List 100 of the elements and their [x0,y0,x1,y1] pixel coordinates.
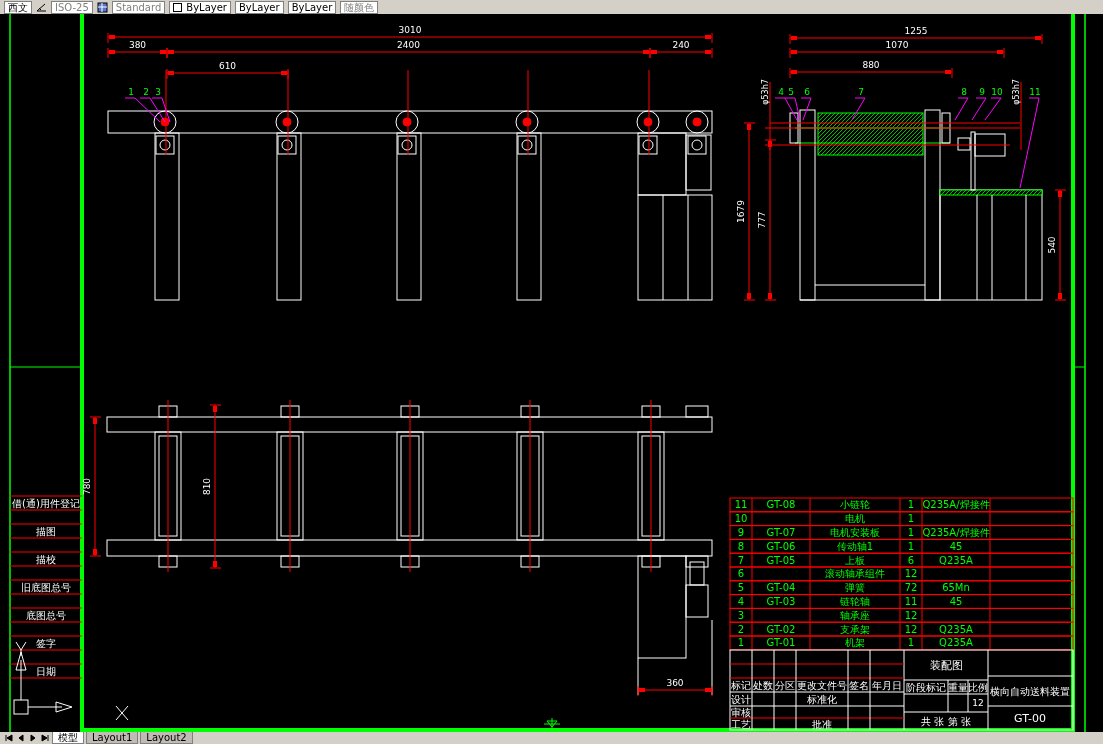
title-block-label: 处数 [753,679,773,691]
plot-style-dropdown[interactable]: 随颜色 [340,0,379,14]
table-cell: 弹簧 [845,582,865,594]
sheet-count-label: 共 张 第 张 [921,715,971,727]
leader-line [139,97,166,123]
table-cell: GT-06 [766,540,796,552]
dimension-label: 3010 [398,25,422,35]
balloon-number: 8 [961,87,967,97]
drawing-type-label: 装配图 [929,658,963,672]
table-cell: 1 [907,637,915,649]
dimension-label: 880 [862,60,880,70]
previous-tab-button[interactable] [16,732,26,744]
table-cell: 12 [904,623,918,635]
dimension-label: 810 [202,477,212,496]
table-cell: 支承架 [840,623,870,635]
dimension-label: 1255 [904,26,928,36]
dimension-style-icon[interactable] [36,1,47,13]
next-tab-button[interactable] [28,732,38,744]
margin-label: 签字 [36,637,56,649]
table-cell: 滚动轴承组件 [825,568,885,580]
table-cell: GT-07 [766,527,796,538]
title-block-label: 设计 [731,693,751,705]
leader-line [984,97,1002,121]
balloon-number: 9 [979,87,985,97]
dimension-label: 2400 [397,40,420,50]
table-style-icon[interactable] [96,1,108,13]
margin-label: 描校 [36,553,56,565]
table-cell: 1 [907,513,915,525]
balloon-number: 1 [128,87,134,97]
table-cell: 电机 [845,513,865,525]
margin-label: 底图总号 [26,609,66,621]
linetype-dropdown[interactable]: ByLayer [234,0,284,14]
title-block-label: 工艺 [731,718,751,730]
balloon-number: 7 [858,87,864,97]
table-cell: GT-04 [766,582,796,594]
title-block-label: 分区 [775,679,795,691]
dimension-label: 380 [128,40,147,50]
table-cell: Q235A [939,623,973,635]
table-cell: Q235A/焊接件 [922,527,990,538]
table-cell: 1 [907,527,915,538]
table-cell: 8 [737,540,745,552]
balloon-number: 6 [804,87,810,97]
table-cell: 小链轮 [840,499,870,511]
balloon-number: 10 [991,87,1003,97]
dimension-label: 540 [1047,236,1057,254]
dimension-label: 1070 [885,40,909,50]
layout-tab[interactable]: Layout1 [86,732,139,744]
table-cell: 45 [949,596,963,607]
previous-tab-button[interactable] [4,732,14,744]
table-cell: Q235A [939,637,973,649]
table-cell: 12 [904,568,918,580]
next-tab-button[interactable] [40,732,50,744]
color-swatch-icon [173,2,183,12]
balloon-number: 4 [778,87,784,97]
title-block-label: 阶段标记 [906,681,946,693]
table-cell: 6 [907,554,915,566]
table-cell: 6 [737,568,745,580]
text-style-dropdown[interactable]: 西文 [4,0,32,14]
table-cell: GT-01 [766,637,796,649]
leader-line [954,97,969,121]
crosshair-x-icon [115,705,129,721]
table-cell: 65Mn [942,582,970,594]
drawing-number: GT-00 [1014,711,1046,725]
table-style-dropdown[interactable]: Standard [111,0,166,14]
table-cell: 3 [737,609,745,621]
leader-line [784,97,801,121]
color-dropdown[interactable]: ByLayer [169,0,231,14]
table-cell: 1 [907,540,915,552]
leader-line [800,97,812,121]
lineweight-dropdown[interactable]: ByLayer [287,0,337,14]
tolerance-label: φ53h7 [760,79,770,105]
table-cell: GT-03 [766,596,796,607]
title-block-label: 重量 [948,681,968,693]
margin-label: 描图 [36,525,56,537]
table-cell: 9 [737,527,745,538]
dimension-label: 610 [218,61,237,71]
dimension-label: 780 [82,477,92,496]
table-cell: 72 [904,582,918,594]
layout-tab[interactable]: 模型 [52,732,84,744]
layout-tab[interactable]: Layout2 [140,732,193,744]
dimension-style-dropdown[interactable]: ISO-25 [51,0,93,14]
color-value: ByLayer [186,1,227,13]
dimension-label: 360 [666,678,684,688]
table-cell: Q235A/焊接件 [922,499,990,511]
table-cell: 7 [737,554,745,566]
table-cell: 轴承座 [840,609,870,621]
table-cell: 链轮轴 [840,596,870,607]
table-cell: GT-05 [766,554,796,566]
title-block-label: 年月日 [872,679,902,691]
table-cell: 45 [949,540,963,552]
table-cell: 12 [904,609,918,621]
title-block-label: 批准 [812,718,832,730]
table-cell: 11 [734,499,748,511]
leader-line [971,97,987,121]
leader-line [851,97,866,121]
balloon-number: 11 [1029,87,1041,97]
table-cell: 1 [737,637,745,649]
table-cell: 5 [737,582,745,594]
table-cell: 机架 [845,637,865,649]
table-cell: GT-02 [766,623,796,635]
